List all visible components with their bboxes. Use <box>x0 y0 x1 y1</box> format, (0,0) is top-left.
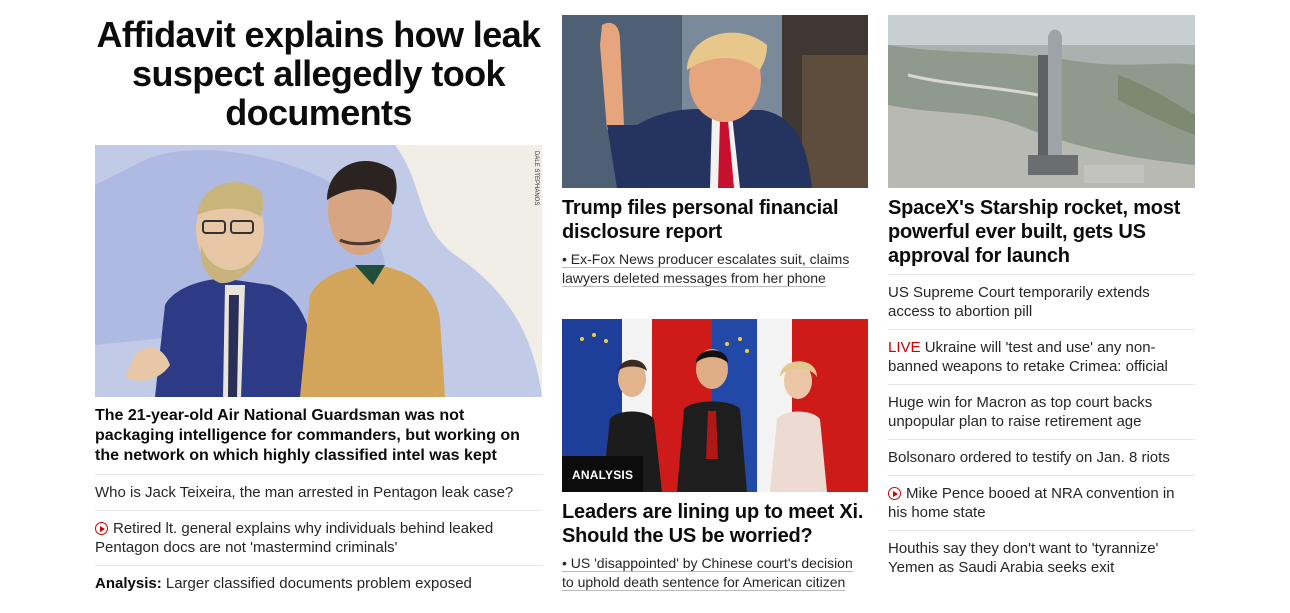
list-item-text: Huge win for Macron as top court backs u… <box>888 394 1153 430</box>
spacex-headline: SpaceX's Starship rocket, most powerful … <box>888 197 1181 267</box>
spacex-headline-link[interactable]: SpaceX's Starship rocket, most powerful … <box>888 196 1195 268</box>
list-item[interactable]: Huge win for Macron as top court backs u… <box>888 384 1195 439</box>
lead-description-link[interactable]: The 21-year-old Air National Guardsman w… <box>95 406 542 466</box>
list-item-text: Houthis say they don't want to 'tyranniz… <box>888 540 1159 576</box>
lead-headline: Affidavit explains how leak suspect alle… <box>96 14 542 133</box>
courtroom-sketch-illustration <box>95 145 542 397</box>
play-icon <box>95 522 108 535</box>
list-item-text: Mike Pence booed at NRA convention in hi… <box>888 485 1175 521</box>
starship-photo[interactable] <box>888 15 1195 188</box>
image-credit: DALE STEPHANOS <box>533 151 539 206</box>
lead-related-links: Who is Jack Teixeira, the man arrested i… <box>95 474 542 601</box>
trump-waving-illustration <box>562 15 868 188</box>
play-icon <box>888 487 901 500</box>
list-item[interactable]: Bolsonaro ordered to testify on Jan. 8 r… <box>888 439 1195 475</box>
trump-headline-link[interactable]: Trump files personal financial disclosur… <box>562 196 868 244</box>
xi-headline: Leaders are lining up to meet Xi. Should… <box>562 501 864 547</box>
list-item-text: Who is Jack Teixeira, the man arrested i… <box>95 484 514 501</box>
list-item-text: Bolsonaro ordered to testify on Jan. 8 r… <box>888 449 1170 466</box>
list-item[interactable]: Mike Pence booed at NRA convention in hi… <box>888 475 1195 530</box>
lead-story-column: Affidavit explains how leak suspect alle… <box>95 0 542 601</box>
starship-launchpad-illustration <box>888 15 1195 188</box>
lead-description: The 21-year-old Air National Guardsman w… <box>95 407 520 464</box>
right-column: SpaceX's Starship rocket, most powerful … <box>888 0 1195 585</box>
list-item[interactable]: Houthis say they don't want to 'tyranniz… <box>888 530 1195 585</box>
list-item-text: Retired lt. general explains why individ… <box>95 520 494 556</box>
trump-related-link[interactable]: • Ex-Fox News producer escalates suit, c… <box>562 250 868 288</box>
list-item[interactable]: Analysis: Larger classified documents pr… <box>95 565 542 601</box>
right-related-links: US Supreme Court temporarily extends acc… <box>888 274 1195 585</box>
list-item[interactable]: US Supreme Court temporarily extends acc… <box>888 274 1195 329</box>
trump-photo[interactable] <box>562 15 868 188</box>
list-item-text: Ukraine will 'test and use' any non-bann… <box>888 339 1168 375</box>
analysis-prefix: Analysis: <box>95 575 162 592</box>
xi-leaders-photo[interactable]: ANALYSIS <box>562 319 868 492</box>
courtroom-sketch-image[interactable]: DALE STEPHANOS <box>95 145 542 397</box>
analysis-badge: ANALYSIS <box>562 456 644 492</box>
trump-headline: Trump files personal financial disclosur… <box>562 197 839 243</box>
list-item-text: Larger classified documents problem expo… <box>165 575 472 592</box>
middle-column: Trump files personal financial disclosur… <box>562 0 868 592</box>
xi-headline-link[interactable]: Leaders are lining up to meet Xi. Should… <box>562 500 868 548</box>
xi-related-link[interactable]: • US 'disappointed' by Chinese court's d… <box>562 554 868 592</box>
list-item-text: US Supreme Court temporarily extends acc… <box>888 284 1150 320</box>
list-item[interactable]: Retired lt. general explains why individ… <box>95 510 542 565</box>
list-item[interactable]: LIVE Ukraine will 'test and use' any non… <box>888 329 1195 384</box>
trump-related-text: • Ex-Fox News producer escalates suit, c… <box>562 251 850 287</box>
xi-related-text: • US 'disappointed' by Chinese court's d… <box>562 555 853 591</box>
live-label: LIVE <box>888 339 921 356</box>
list-item[interactable]: Who is Jack Teixeira, the man arrested i… <box>95 474 542 510</box>
lead-headline-link[interactable]: Affidavit explains how leak suspect alle… <box>95 15 542 132</box>
